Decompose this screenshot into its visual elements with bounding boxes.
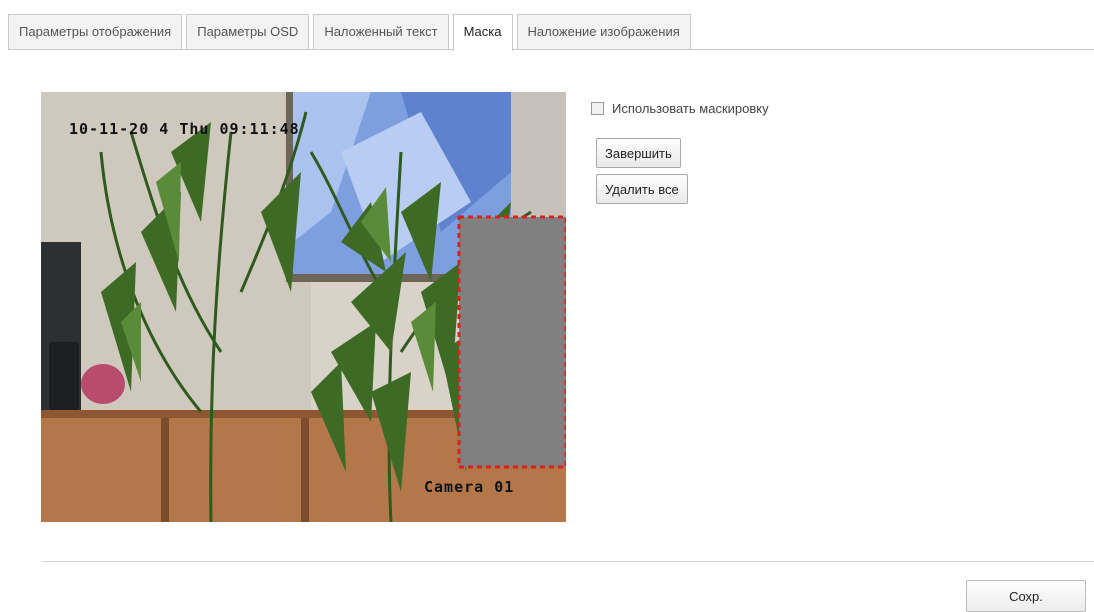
delete-all-button[interactable]: Удалить все xyxy=(596,174,688,204)
mask-controls: Использовать маскировку Завершить Удалит… xyxy=(591,98,769,204)
osd-camera-name: Camera 01 xyxy=(424,478,515,496)
camera-scene xyxy=(41,92,566,522)
finish-drawing-button[interactable]: Завершить xyxy=(596,138,681,168)
tab-display-settings[interactable]: Параметры отображения xyxy=(8,14,183,50)
osd-datetime: 10-11-20 4 Thu 09:11:48 xyxy=(69,120,300,138)
tab-bar: Параметры отображения Параметры OSD Нало… xyxy=(8,14,695,51)
tab-osd-settings[interactable]: Параметры OSD xyxy=(186,14,310,50)
tab-divider xyxy=(8,49,1094,50)
enable-mask-option[interactable]: Использовать маскировку xyxy=(591,98,769,118)
tab-privacy-mask[interactable]: Маска xyxy=(452,14,513,51)
enable-mask-label: Использовать маскировку xyxy=(612,100,769,116)
tab-image-overlay[interactable]: Наложение изображения xyxy=(516,14,691,50)
footer-divider xyxy=(42,561,1094,562)
save-button[interactable]: Сохр. xyxy=(966,580,1086,612)
enable-mask-checkbox[interactable] xyxy=(591,101,604,115)
video-preview[interactable]: 10-11-20 4 Thu 09:11:48 Camera 01 xyxy=(41,92,566,522)
tab-text-overlay[interactable]: Наложенный текст xyxy=(313,14,449,50)
